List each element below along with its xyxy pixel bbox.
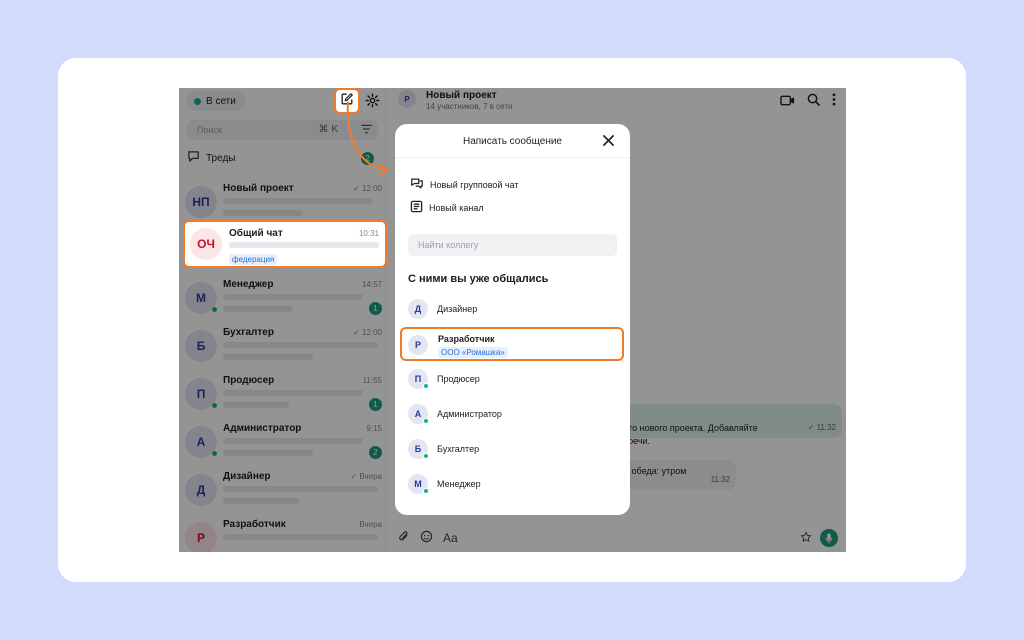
contact-producer[interactable]: П Продюсер — [408, 369, 618, 393]
contact-developer[interactable]: Р Разработчик ООО «Ромашка» — [400, 327, 624, 361]
chat-time: 10:31 — [358, 229, 379, 238]
new-channel-button[interactable]: Новый канал — [410, 200, 484, 215]
contact-name: Менеджер — [437, 479, 481, 489]
avatar: М — [408, 474, 429, 494]
chat-bubbles-icon — [410, 177, 424, 192]
online-dot-icon — [423, 418, 429, 424]
close-icon[interactable] — [602, 134, 616, 148]
federation-tag: федерация — [229, 254, 278, 265]
chat-name: Общий чат — [229, 228, 283, 239]
contact-admin[interactable]: А Администратор — [408, 404, 618, 428]
contact-manager[interactable]: М Менеджер — [408, 474, 618, 498]
avatar: П — [408, 369, 429, 389]
recent-contacts-heading: С ними вы уже общались — [408, 273, 549, 285]
annotation-arrow-icon — [346, 101, 388, 177]
online-dot-icon — [423, 453, 429, 459]
contact-name: Бухгалтер — [437, 444, 480, 454]
channel-icon — [410, 200, 423, 215]
compose-dialog: Написать сообщение Новый групповой чат Н… — [395, 124, 630, 515]
organization-tag: ООО «Ромашка» — [438, 347, 508, 358]
action-label: Новый канал — [429, 202, 484, 213]
avatar: Р — [408, 335, 428, 355]
action-label: Новый групповой чат — [430, 179, 519, 190]
contact-designer[interactable]: Д Дизайнер — [408, 299, 618, 323]
colleague-search-input[interactable]: Найти коллегу — [408, 234, 617, 256]
avatar: Д — [408, 299, 428, 319]
chat-item-general[interactable]: ОЧ Общий чат 10:31 федерация — [183, 220, 387, 268]
online-dot-icon — [423, 488, 429, 494]
contact-name: Администратор — [437, 409, 502, 419]
online-dot-icon — [423, 383, 429, 389]
dialog-title: Написать сообщение — [462, 136, 562, 147]
message-preview — [229, 242, 379, 248]
avatar: А — [408, 404, 429, 424]
search-placeholder: Найти коллегу — [418, 240, 479, 250]
new-group-chat-button[interactable]: Новый групповой чат — [410, 177, 519, 192]
contact-name: Разработчик — [438, 334, 495, 344]
avatar: Б — [408, 439, 429, 459]
avatar: ОЧ — [190, 228, 222, 260]
contact-name: Дизайнер — [437, 304, 478, 314]
contact-name: Продюсер — [437, 374, 480, 384]
divider — [395, 157, 630, 158]
contact-accountant[interactable]: Б Бухгалтер — [408, 439, 618, 463]
